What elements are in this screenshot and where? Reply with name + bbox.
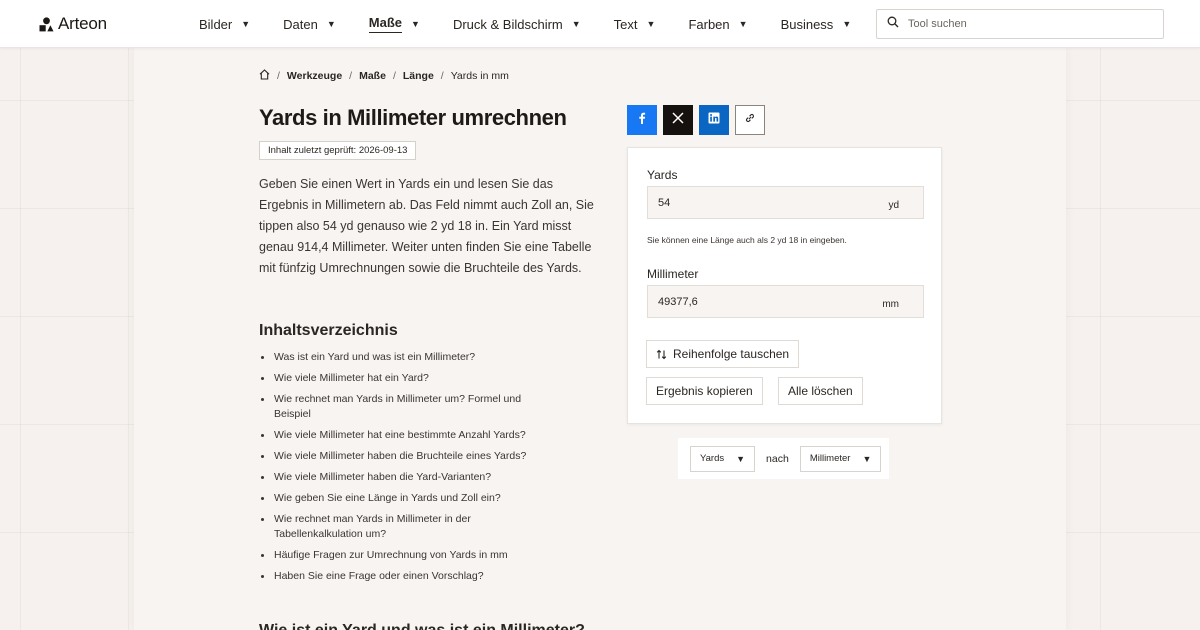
toc-item[interactable]: Wie viele Millimeter hat ein Yard? bbox=[259, 371, 529, 386]
last-checked-badge: Inhalt zuletzt geprüft: 2026-09-13 bbox=[259, 141, 417, 160]
breadcrumb-separator: / bbox=[392, 70, 396, 82]
nav-item-bilder[interactable]: Bilder ▼ bbox=[199, 0, 250, 48]
toc-title: Inhaltsverzeichnis bbox=[259, 322, 398, 339]
toc-item[interactable]: Wie rechnet man Yards in Millimeter in d… bbox=[259, 512, 529, 542]
swap-arrows-icon bbox=[656, 349, 667, 360]
intro-paragraph: Geben Sie einen Wert in Yards ein und le… bbox=[259, 177, 594, 275]
breadcrumb-separator: / bbox=[349, 70, 353, 82]
to-unit-select[interactable]: Millimeter ▼ bbox=[799, 445, 882, 472]
home-icon[interactable] bbox=[259, 69, 270, 83]
nav-item-daten[interactable]: Daten ▼ bbox=[283, 0, 336, 48]
breadcrumb-separator: / bbox=[277, 70, 280, 82]
search-icon bbox=[887, 15, 899, 33]
tool-search[interactable] bbox=[876, 9, 1164, 39]
caret-down-icon: ▼ bbox=[862, 453, 872, 464]
facebook-share-button[interactable] bbox=[627, 105, 657, 135]
nav-item-masse[interactable]: Maße ▼ bbox=[368, 0, 420, 48]
caret-down-icon: ▼ bbox=[411, 19, 420, 29]
nav-item-label: Maße bbox=[368, 15, 403, 33]
toc-item[interactable]: Haben Sie eine Frage oder einen Vorschla… bbox=[259, 569, 529, 584]
millimeter-field[interactable]: mm bbox=[647, 285, 924, 318]
copy-result-button[interactable]: Ergebnis kopieren bbox=[646, 377, 763, 405]
nav-item-farben[interactable]: Farben ▼ bbox=[688, 0, 747, 48]
caret-down-icon: ▼ bbox=[241, 19, 251, 29]
link-icon bbox=[744, 111, 756, 129]
from-unit-value: Yards bbox=[700, 453, 725, 464]
caret-down-icon: ▼ bbox=[646, 19, 656, 29]
breadcrumb-masse[interactable]: Maße bbox=[359, 70, 386, 82]
copy-link-button[interactable] bbox=[735, 105, 765, 135]
brand-logo[interactable]: Arteon bbox=[39, 14, 107, 34]
clear-all-button[interactable]: Alle löschen bbox=[778, 377, 863, 405]
breadcrumb: / Werkzeuge / Maße / Länge / Yards in mm bbox=[259, 69, 509, 83]
x-icon bbox=[672, 111, 684, 129]
toc-item[interactable]: Häufige Fragen zur Umrechnung von Yards … bbox=[259, 548, 529, 563]
caret-down-icon: ▼ bbox=[842, 19, 852, 29]
main-nav: Bilder ▼ Daten ▼ Maße ▼ Druck & Bildschi… bbox=[199, 0, 884, 48]
toc-item[interactable]: Wie rechnet man Yards in Millimeter um? … bbox=[259, 392, 529, 422]
linkedin-icon bbox=[708, 111, 720, 129]
copy-result-label: Ergebnis kopieren bbox=[656, 384, 753, 398]
breadcrumb-separator: / bbox=[440, 70, 444, 82]
toc-item[interactable]: Wie viele Millimeter hat eine bestimmte … bbox=[259, 428, 529, 443]
nav-item-label: Business bbox=[780, 16, 834, 32]
unit-selector-bar: Yards ▼ nach Millimeter ▼ bbox=[678, 438, 889, 479]
nav-item-label: Druck & Bildschirm bbox=[452, 16, 563, 32]
caret-down-icon: ▼ bbox=[736, 453, 746, 464]
nav-item-label: Bilder bbox=[199, 16, 233, 32]
connector-text: nach bbox=[766, 452, 789, 465]
brand-name: Arteon bbox=[58, 14, 107, 33]
page-title: Yards in Millimeter umrechnen bbox=[259, 105, 567, 130]
to-unit-value: Millimeter bbox=[809, 453, 851, 464]
search-input[interactable] bbox=[908, 18, 1148, 30]
yards-unit: yd bbox=[888, 200, 899, 211]
nav-item-label: Daten bbox=[283, 16, 318, 32]
share-buttons bbox=[627, 105, 765, 135]
linkedin-share-button[interactable] bbox=[699, 105, 729, 135]
millimeter-unit: mm bbox=[882, 299, 899, 310]
nav-item-druck-bildschirm[interactable]: Druck & Bildschirm ▼ bbox=[453, 0, 581, 48]
x-share-button[interactable] bbox=[663, 105, 693, 135]
logo-icon bbox=[39, 16, 54, 32]
toc-item[interactable]: Wie viele Millimeter haben die Bruchteil… bbox=[259, 449, 529, 464]
yards-input[interactable] bbox=[658, 196, 878, 209]
swap-order-label: Reihenfolge tauschen bbox=[673, 347, 790, 361]
yards-field[interactable]: yd bbox=[647, 186, 924, 219]
caret-down-icon: ▼ bbox=[738, 19, 748, 29]
top-navigation-bar: Arteon Bilder ▼ Daten ▼ Maße ▼ Druck & B… bbox=[0, 0, 1200, 48]
swap-order-button[interactable]: Reihenfolge tauschen bbox=[646, 340, 800, 368]
toc-item[interactable]: Wie geben Sie eine Länge in Yards und Zo… bbox=[259, 491, 529, 506]
clear-all-label: Alle löschen bbox=[788, 384, 853, 398]
input-hint: Sie können eine Länge auch als 2 yd 18 i… bbox=[647, 235, 847, 245]
nav-item-business[interactable]: Business ▼ bbox=[781, 0, 852, 48]
breadcrumb-laenge[interactable]: Länge bbox=[403, 70, 434, 82]
toc-item[interactable]: Wie viele Millimeter haben die Yard-Vari… bbox=[259, 470, 529, 485]
table-of-contents: Was ist ein Yard und was ist ein Millime… bbox=[259, 350, 529, 590]
toc-item[interactable]: Was ist ein Yard und was ist ein Millime… bbox=[259, 350, 529, 365]
nav-item-label: Farben bbox=[688, 16, 730, 32]
caret-down-icon: ▼ bbox=[571, 19, 581, 29]
breadcrumb-current: Yards in mm bbox=[450, 70, 509, 82]
millimeter-input[interactable] bbox=[658, 295, 878, 308]
content-card: / Werkzeuge / Maße / Länge / Yards in mm… bbox=[134, 48, 1066, 630]
caret-down-icon: ▼ bbox=[326, 19, 336, 29]
facebook-icon bbox=[636, 111, 648, 129]
millimeter-label: Millimeter bbox=[647, 267, 699, 281]
section-heading: Wie ist ein Yard und was ist ein Millime… bbox=[259, 622, 585, 630]
from-unit-select[interactable]: Yards ▼ bbox=[690, 445, 756, 472]
converter-panel: Yards yd Sie können eine Länge auch als … bbox=[627, 147, 942, 424]
yards-label: Yards bbox=[647, 168, 678, 182]
breadcrumb-werkzeuge[interactable]: Werkzeuge bbox=[287, 70, 342, 82]
nav-item-label: Text bbox=[613, 16, 638, 32]
nav-item-text[interactable]: Text ▼ bbox=[614, 0, 656, 48]
